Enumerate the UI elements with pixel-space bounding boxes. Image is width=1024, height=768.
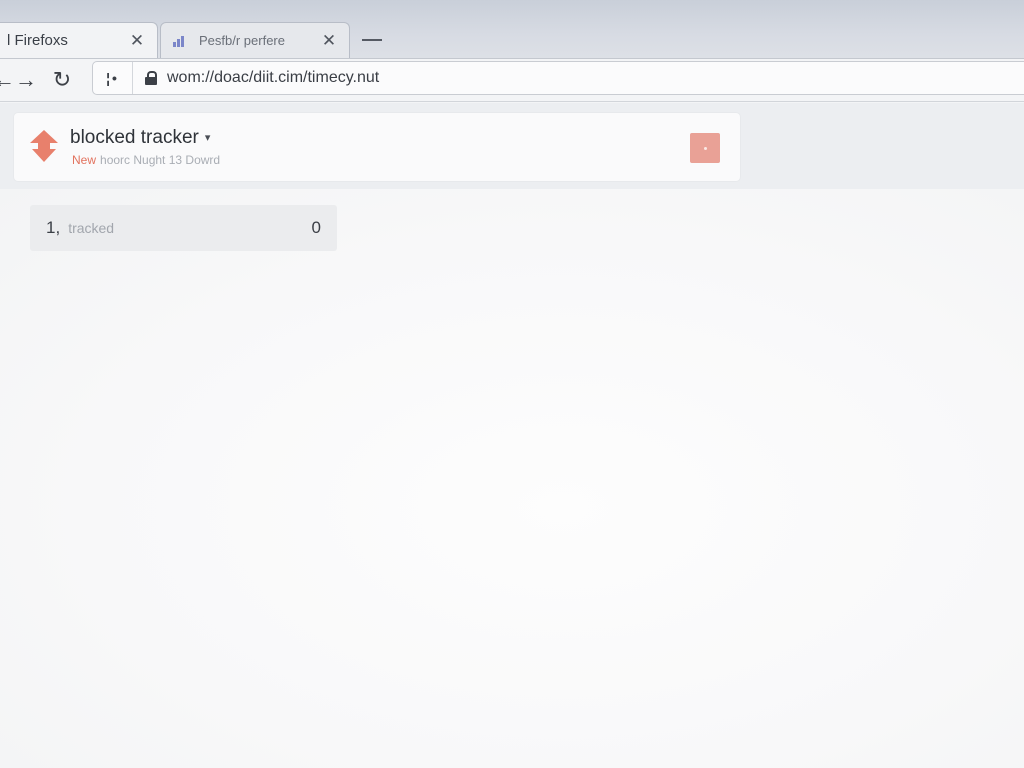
- forward-button[interactable]: →: [12, 66, 40, 94]
- tab-strip: l Firefoxs ✕ Pesfb/r perfere ✕: [0, 0, 1024, 58]
- panel-title-text: blocked tracker: [70, 127, 199, 148]
- row-label: tracked: [68, 220, 115, 236]
- minimize-icon[interactable]: [360, 30, 384, 50]
- browser-window: l Firefoxs ✕ Pesfb/r perfere ✕ ← → ↻ ¦• …: [0, 0, 1024, 768]
- tab-title: Pesfb/r perfere: [199, 33, 285, 48]
- navigation-bar: ← → ↻ ¦• wom://doac/diit.cim/timecy.nut: [0, 58, 1024, 102]
- permissions-icon[interactable]: ¦•: [93, 62, 133, 94]
- panel-title[interactable]: blocked tracker ▾: [70, 127, 210, 149]
- page-body: [0, 189, 1024, 768]
- tab-second[interactable]: Pesfb/r perfere ✕: [160, 22, 350, 58]
- tab-title: l Firefoxs: [7, 32, 68, 49]
- subtitle-text: hoorc Nught 13 Dowrd: [100, 153, 221, 167]
- shield-icon: [30, 130, 58, 162]
- favicon-icon: [173, 35, 189, 47]
- new-badge: New: [72, 153, 97, 167]
- chevron-down-icon[interactable]: ▾: [205, 131, 211, 144]
- row-index: 1,: [46, 218, 61, 237]
- panel-subtitle: New hoorc Nught 13 Dowrd: [72, 153, 220, 167]
- row-count: 0: [311, 218, 321, 237]
- close-icon[interactable]: ✕: [317, 31, 341, 51]
- url-bar[interactable]: ¦• wom://doac/diit.cim/timecy.nut: [92, 61, 1024, 95]
- tracker-panel: blocked tracker ▾ New hoorc Nught 13 Dowrd: [14, 113, 740, 181]
- lock-icon[interactable]: [145, 71, 157, 85]
- page-content: blocked tracker ▾ New hoorc Nught 13 Dowrd…: [0, 103, 1024, 768]
- tab-firefox[interactable]: l Firefoxs ✕: [0, 22, 158, 58]
- close-icon[interactable]: ✕: [125, 31, 149, 51]
- url-text[interactable]: wom://doac/diit.cim/timecy.nut: [167, 69, 379, 87]
- reload-button[interactable]: ↻: [48, 66, 76, 94]
- list-item[interactable]: 1, tracked 0: [30, 205, 337, 251]
- block-button[interactable]: [690, 133, 720, 163]
